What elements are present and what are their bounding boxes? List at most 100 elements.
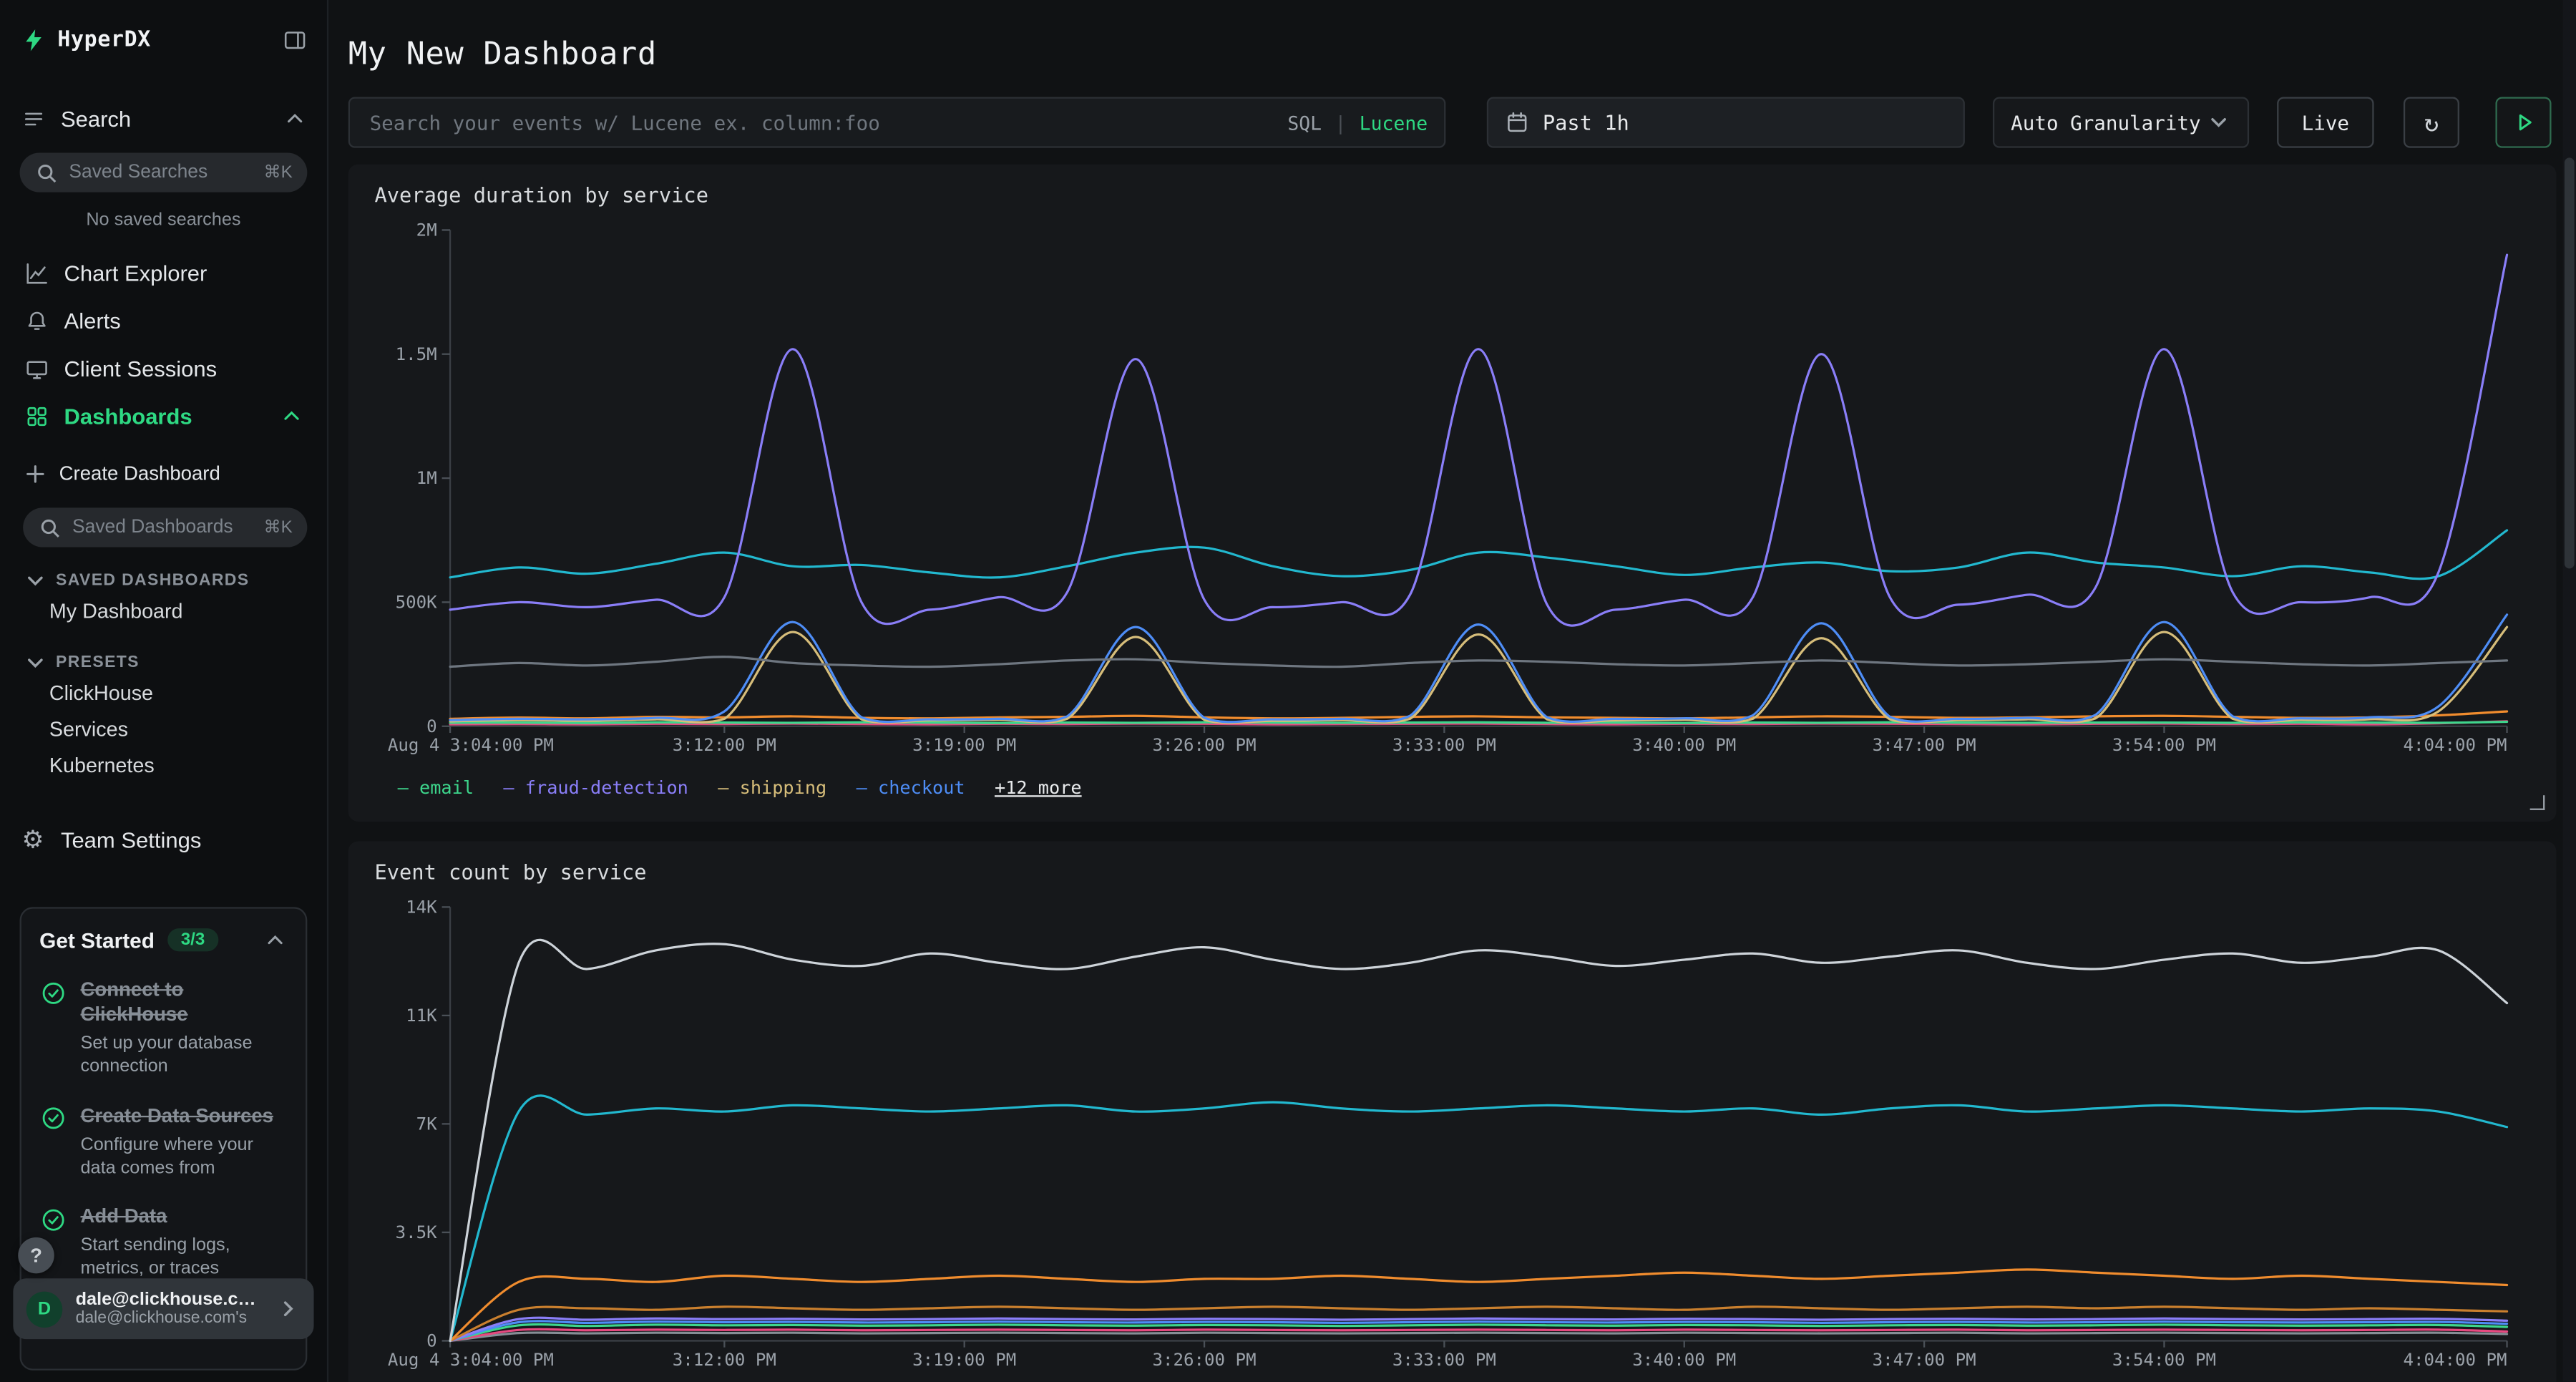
user-email: dale@clickhouse.com <box>76 1290 263 1310</box>
saved-dashboards-placeholder: Saved Dashboards <box>72 517 254 537</box>
svg-text:3:33:00 PM: 3:33:00 PM <box>1392 735 1496 755</box>
svg-text:3:12:00 PM: 3:12:00 PM <box>673 1350 776 1370</box>
event-search-input[interactable] <box>366 110 1274 136</box>
saved-searches-placeholder: Saved Searches <box>69 162 253 183</box>
language-toggle-sql[interactable]: SQL <box>1287 111 1322 134</box>
team-settings-label: Team Settings <box>61 827 201 852</box>
sidebar-item-alerts[interactable]: Alerts <box>20 298 308 346</box>
svg-text:3:12:00 PM: 3:12:00 PM <box>673 735 776 755</box>
svg-text:3:19:00 PM: 3:19:00 PM <box>912 735 1016 755</box>
search-section-icon <box>20 105 47 132</box>
granularity-value: Auto Granularity <box>2011 111 2200 134</box>
sidebar-item-client-sessions[interactable]: Client Sessions <box>20 345 308 393</box>
search-icon <box>38 515 62 541</box>
get-started-step[interactable]: Connect to ClickHouse Set up your databa… <box>39 978 288 1079</box>
chevron-right-icon <box>276 1295 301 1322</box>
shortcut-badge: ⌘K <box>263 162 292 183</box>
chevron-up-icon[interactable] <box>278 404 304 430</box>
user-menu[interactable]: D dale@clickhouse.com dale@clickhouse.co… <box>13 1278 313 1339</box>
refresh-button[interactable]: ↻ <box>2404 97 2459 147</box>
granularity-select[interactable]: Auto Granularity <box>1993 97 2249 147</box>
sidebar-collapse-icon[interactable] <box>281 26 308 53</box>
calendar-icon <box>1505 110 1529 136</box>
live-button[interactable]: Live <box>2277 97 2373 147</box>
svg-text:3.5K: 3.5K <box>396 1222 438 1242</box>
event-search-box: SQL | Lucene <box>348 97 1446 147</box>
section-label: SAVED DASHBOARDS <box>56 571 249 589</box>
sidebar-item-my-dashboard[interactable]: My Dashboard <box>23 593 307 630</box>
run-query-button[interactable] <box>2495 97 2551 147</box>
play-icon <box>2510 110 2537 136</box>
chevron-up-icon[interactable] <box>281 105 308 132</box>
sidebar-item-chart-explorer[interactable]: Chart Explorer <box>20 250 308 298</box>
svg-text:4:04:00 PM: 4:04:00 PM <box>2403 1350 2507 1370</box>
presets-section-toggle[interactable]: PRESETS <box>23 649 307 676</box>
svg-text:3:54:00 PM: 3:54:00 PM <box>2112 1350 2216 1370</box>
line-chart-event-count[interactable]: 03.5K7K11K14KAug 4 3:04:00 PM3:12:00 PM3… <box>374 894 2529 1382</box>
sidebar-item-kubernetes[interactable]: Kubernetes <box>23 748 307 784</box>
svg-text:3:47:00 PM: 3:47:00 PM <box>1873 735 1976 755</box>
scrollbar-thumb[interactable] <box>2565 157 2575 568</box>
chevron-down-icon <box>23 649 47 676</box>
svg-text:4:04:00 PM: 4:04:00 PM <box>2403 735 2507 755</box>
sidebar-item-team-settings[interactable]: ⚙ Team Settings <box>20 827 308 853</box>
time-range-picker[interactable]: Past 1h <box>1487 97 1965 147</box>
legend-more-link[interactable]: +12 more <box>995 777 1082 799</box>
app-logo-text: HyperDX <box>57 27 151 52</box>
saved-dashboards-input[interactable]: Saved Dashboards ⌘K <box>23 507 307 547</box>
legend-item[interactable]: — shipping <box>718 777 826 799</box>
sidebar-header: HyperDX <box>20 26 308 53</box>
section-label: PRESETS <box>56 653 140 671</box>
search-section-label: Search <box>61 106 131 130</box>
check-circle-icon <box>39 1207 66 1233</box>
legend-item[interactable]: — checkout <box>857 777 965 799</box>
chevron-down-icon <box>23 567 47 593</box>
help-button[interactable]: ? <box>18 1237 54 1274</box>
no-saved-searches-text: No saved searches <box>20 210 308 230</box>
monitor-icon <box>23 356 49 382</box>
get-started-step[interactable]: Add Data Start sending logs, metrics, or… <box>39 1205 288 1281</box>
saved-dashboards-section-toggle[interactable]: SAVED DASHBOARDS <box>23 567 307 593</box>
svg-text:2M: 2M <box>416 220 437 240</box>
legend-item[interactable]: — fraud-detection <box>503 777 688 799</box>
create-dashboard-label: Create Dashboard <box>59 462 220 485</box>
dashboard-toolbar: SQL | Lucene Past 1h Auto Granularity Li… <box>348 97 2557 147</box>
resize-handle-icon[interactable] <box>2530 795 2545 810</box>
svg-text:Aug 4 3:04:00 PM: Aug 4 3:04:00 PM <box>388 735 554 755</box>
step-title: Create Data Sources <box>80 1104 287 1128</box>
chart-title[interactable]: Average duration by service <box>374 181 2529 210</box>
check-circle-icon <box>39 979 66 1006</box>
chevron-down-icon <box>2206 110 2230 136</box>
sidebar-nav: Chart Explorer Alerts Client Sessions Da… <box>20 250 308 440</box>
dashboards-submenu: Create Dashboard Saved Dashboards ⌘K SAV… <box>20 440 308 784</box>
svg-text:0: 0 <box>426 716 437 736</box>
create-dashboard-button[interactable]: Create Dashboard <box>23 454 307 493</box>
svg-text:1M: 1M <box>416 468 437 488</box>
hyperdx-logo-icon <box>20 26 47 53</box>
line-chart-avg-duration[interactable]: 0500K1M1.5M2MAug 4 3:04:00 PM3:12:00 PM3… <box>374 217 2529 771</box>
sidebar-item-dashboards[interactable]: Dashboards <box>20 393 308 441</box>
main-content: My New Dashboard SQL | Lucene Past 1h Au… <box>328 0 2576 1382</box>
svg-text:3:26:00 PM: 3:26:00 PM <box>1153 1350 1257 1370</box>
svg-text:1.5M: 1.5M <box>396 344 437 364</box>
svg-text:3:19:00 PM: 3:19:00 PM <box>912 1350 1016 1370</box>
scrollbar[interactable] <box>2563 0 2576 1382</box>
svg-text:3:54:00 PM: 3:54:00 PM <box>2112 735 2216 755</box>
nav-search-section[interactable]: Search <box>20 105 308 132</box>
refresh-icon: ↻ <box>2424 107 2439 137</box>
gear-icon: ⚙ <box>20 827 47 853</box>
sidebar-item-clickhouse[interactable]: ClickHouse <box>23 676 307 712</box>
avatar: D <box>26 1290 63 1327</box>
saved-searches-input[interactable]: Saved Searches ⌘K <box>20 153 308 193</box>
svg-text:Aug 4 3:04:00 PM: Aug 4 3:04:00 PM <box>388 1350 554 1370</box>
chart-card-event-count: Event count by service 03.5K7K11K14KAug … <box>348 842 2557 1382</box>
dashboards-grid-icon <box>23 404 49 430</box>
chevron-up-icon[interactable] <box>261 927 288 953</box>
sidebar-item-services[interactable]: Services <box>23 711 307 748</box>
get-started-step[interactable]: Create Data Sources Configure where your… <box>39 1104 288 1180</box>
chart-title[interactable]: Event count by service <box>374 857 2529 887</box>
legend-item[interactable]: — email <box>398 777 474 799</box>
language-toggle-lucene[interactable]: Lucene <box>1360 111 1428 134</box>
get-started-title: Get Started <box>39 928 155 952</box>
svg-text:11K: 11K <box>406 1006 437 1026</box>
